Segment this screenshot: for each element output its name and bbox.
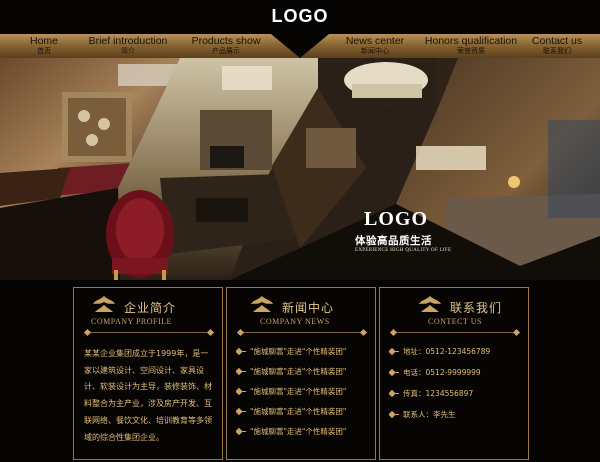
nav-item-brief[interactable]: Brief introduction 简介 (84, 34, 172, 58)
contact-subtitle: CONTECT US (428, 317, 482, 326)
banner-slogan: 体验高品质生活 (355, 235, 432, 247)
site-logo[interactable]: LOGO (0, 6, 600, 27)
nav-label-zh: 产品展示 (212, 47, 240, 55)
news-title: 新闻中心 (282, 301, 335, 315)
nav-item-home[interactable]: Home 首页 (18, 34, 70, 58)
news-item[interactable]: "施城聊蒿"走进"个性精装团" (236, 346, 346, 366)
bullet-icon (236, 388, 246, 395)
contact-list: 地址：0512-123456789 电话：0512-9999999 传真：123… (389, 346, 490, 430)
news-item-title: "施城聊蒿"走进"个性精装团" (250, 387, 347, 396)
contact-panel: 联系我们 CONTECT US 地址：0512-123456789 电话：051… (379, 287, 529, 460)
news-item-title: "施城聊蒿"走进"个性精装团" (250, 367, 347, 376)
nav-item-products[interactable]: Products show 产品展示 (186, 34, 266, 58)
nav-label-en: Home (29, 35, 58, 47)
hero-banner: LOGO 体验高品质生活 EXPERIENCE HIGH QUALITY OF … (0, 58, 600, 280)
bullet-icon (389, 369, 399, 376)
contact-text: 电话：0512-9999999 (403, 368, 481, 377)
contact-title: 联系我们 (450, 301, 503, 315)
nav-label-en: Brief introduction (88, 35, 168, 47)
nav-label-en: Contact us (531, 35, 583, 47)
nav-label-en: Products show (191, 35, 261, 47)
contact-person: 联系人：李先生 (389, 409, 490, 430)
nav-label-zh: 简介 (121, 47, 135, 55)
news-item[interactable]: "施城聊蒿"走进"个性精装团" (236, 386, 346, 406)
news-item-title: "施城聊蒿"走进"个性精装团" (250, 427, 347, 436)
divider (394, 332, 516, 333)
contact-text: 联系人：李先生 (403, 410, 456, 419)
contact-text: 传真：1234556897 (403, 389, 474, 398)
bullet-icon (389, 348, 399, 355)
about-subtitle: COMPANY PROFILE (91, 317, 172, 326)
nav-label-en: Honors qualification (424, 35, 518, 47)
nav-label-zh: 荣誉资质 (457, 47, 485, 55)
banner-subtitle: EXPERIENCE HIGH QUALITY OF LIFE (355, 248, 452, 253)
divider (88, 332, 210, 333)
news-item[interactable]: "施城聊蒿"走进"个性精装团" (236, 426, 346, 446)
nav-notch (271, 34, 329, 58)
nav-item-honors[interactable]: Honors qualification 荣誉资质 (420, 34, 522, 58)
bullet-icon (389, 411, 399, 418)
banner-logo: LOGO (364, 208, 429, 230)
nav-item-contact[interactable]: Contact us 联系我们 (526, 34, 588, 58)
news-subtitle: COMPANY NEWS (260, 317, 330, 326)
nav-item-news[interactable]: News center 新闻中心 (336, 34, 414, 58)
bullet-icon (236, 368, 246, 375)
news-list: "施城聊蒿"走进"个性精装团" "施城聊蒿"走进"个性精装团" "施城聊蒿"走进… (236, 346, 346, 446)
divider (241, 332, 363, 333)
ornament-icon (251, 296, 273, 312)
news-item-title: "施城聊蒿"走进"个性精装团" (250, 407, 347, 416)
bullet-icon (389, 390, 399, 397)
contact-phone: 电话：0512-9999999 (389, 367, 490, 388)
contact-address: 地址：0512-123456789 (389, 346, 490, 367)
news-item-title: "施城聊蒿"走进"个性精装团" (250, 347, 347, 356)
news-item[interactable]: "施城聊蒿"走进"个性精装团" (236, 366, 346, 386)
contact-fax: 传真：1234556897 (389, 388, 490, 409)
about-text: 某某企业集团成立于1999年，是一家以建筑设计、空间设计、家具设计、软装设计为主… (84, 349, 212, 442)
ornament-icon (93, 296, 115, 312)
nav-label-zh: 联系我们 (543, 47, 571, 55)
bullet-icon (236, 348, 246, 355)
about-panel: 企业简介 COMPANY PROFILE 某某企业集团成立于1999年，是一家以… (73, 287, 223, 460)
news-item[interactable]: "施城聊蒿"走进"个性精装团" (236, 406, 346, 426)
nav-label-en: News center (345, 35, 405, 47)
bullet-icon (236, 408, 246, 415)
bullet-icon (236, 428, 246, 435)
banner-collage (0, 58, 600, 280)
nav-label-zh: 新闻中心 (361, 47, 389, 55)
nav-label-zh: 首页 (37, 47, 51, 55)
ornament-icon (419, 296, 441, 312)
contact-text: 地址：0512-123456789 (403, 347, 491, 356)
news-panel: 新闻中心 COMPANY NEWS "施城聊蒿"走进"个性精装团" "施城聊蒿"… (226, 287, 376, 460)
about-title: 企业简介 (124, 301, 177, 315)
